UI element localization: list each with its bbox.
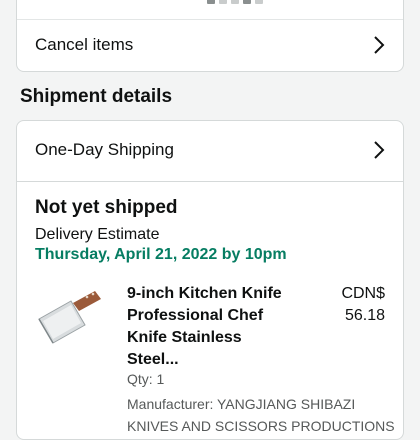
price-amount: 56.18: [344, 307, 385, 324]
cancel-items-label: Cancel items: [35, 34, 134, 54]
manufacturer-label: Manufacturer: YANGJIANG SHIBAZI KNIVES A…: [127, 396, 395, 434]
quantity-label: Qty: 1: [127, 371, 165, 387]
section-title: Shipment details: [20, 86, 173, 107]
shipment-status: Not yet shipped: [35, 197, 178, 218]
cancel-card: Cancel items: [16, 0, 404, 72]
chevron-right-icon: [374, 35, 385, 54]
chevron-right-icon: [374, 141, 385, 159]
shipment-card: One-Day Shipping Not yet shipped Deliver…: [16, 120, 404, 440]
product-thumbnail[interactable]: [35, 281, 107, 353]
shipping-option-row[interactable]: One-Day Shipping: [17, 125, 403, 175]
product-title[interactable]: 9-inch Kitchen Knife Professional Chef K…: [127, 283, 297, 371]
cancel-items-row[interactable]: Cancel items: [17, 19, 403, 69]
product-price: CDN$ 56.18: [325, 283, 385, 327]
delivery-estimate-label: Delivery Estimate: [35, 226, 160, 243]
price-currency: CDN$: [341, 285, 385, 302]
shipping-option-label: One-Day Shipping: [35, 140, 174, 159]
divider: [17, 181, 403, 182]
delivery-estimate-date: Thursday, April 21, 2022 by 10pm: [35, 246, 287, 263]
